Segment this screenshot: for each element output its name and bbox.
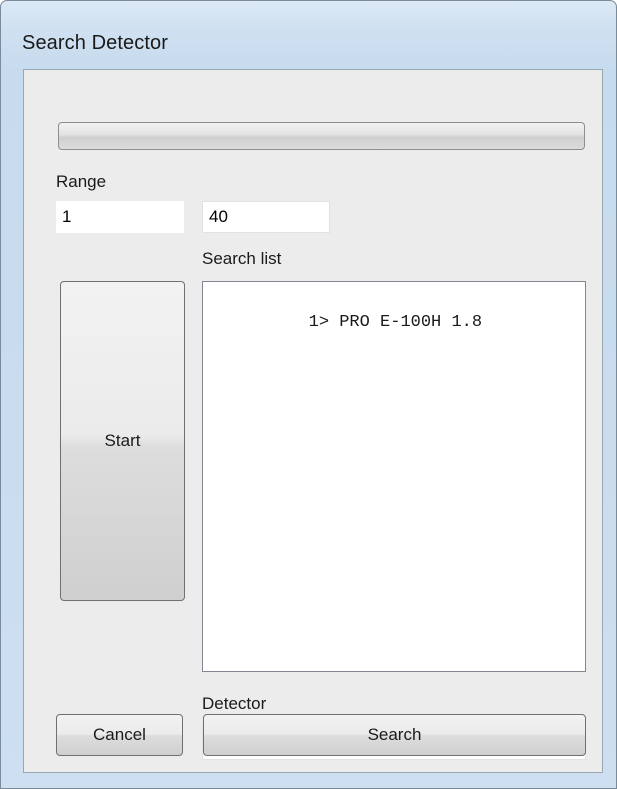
list-item-text: 1> PRO E-100H 1.8 [308,313,483,332]
title-bar[interactable]: Search Detector [1,1,616,69]
dialog-client-area: Range Search list Start 1> PRO E-100H 1.… [23,69,603,773]
cancel-button[interactable]: Cancel [56,714,183,756]
start-button[interactable]: Start [60,281,185,601]
search-list-label: Search list [202,249,282,268]
search-progress-bar [58,122,585,150]
search-button[interactable]: Search [203,714,586,756]
start-button-label: Start [104,431,141,450]
cancel-button-label: Cancel [93,725,146,744]
range-to-input[interactable] [202,201,330,233]
detector-label: Detector [202,694,267,713]
list-item[interactable]: 1> PRO E-100H 1.8 [227,294,482,351]
range-label: Range [56,172,107,191]
search-button-label: Search [367,725,422,744]
search-list-box[interactable]: 1> PRO E-100H 1.8 [202,281,586,672]
search-detector-window: Search Detector Range Search list Start … [0,0,617,789]
range-from-input[interactable] [56,201,184,233]
window-title: Search Detector [22,32,169,54]
